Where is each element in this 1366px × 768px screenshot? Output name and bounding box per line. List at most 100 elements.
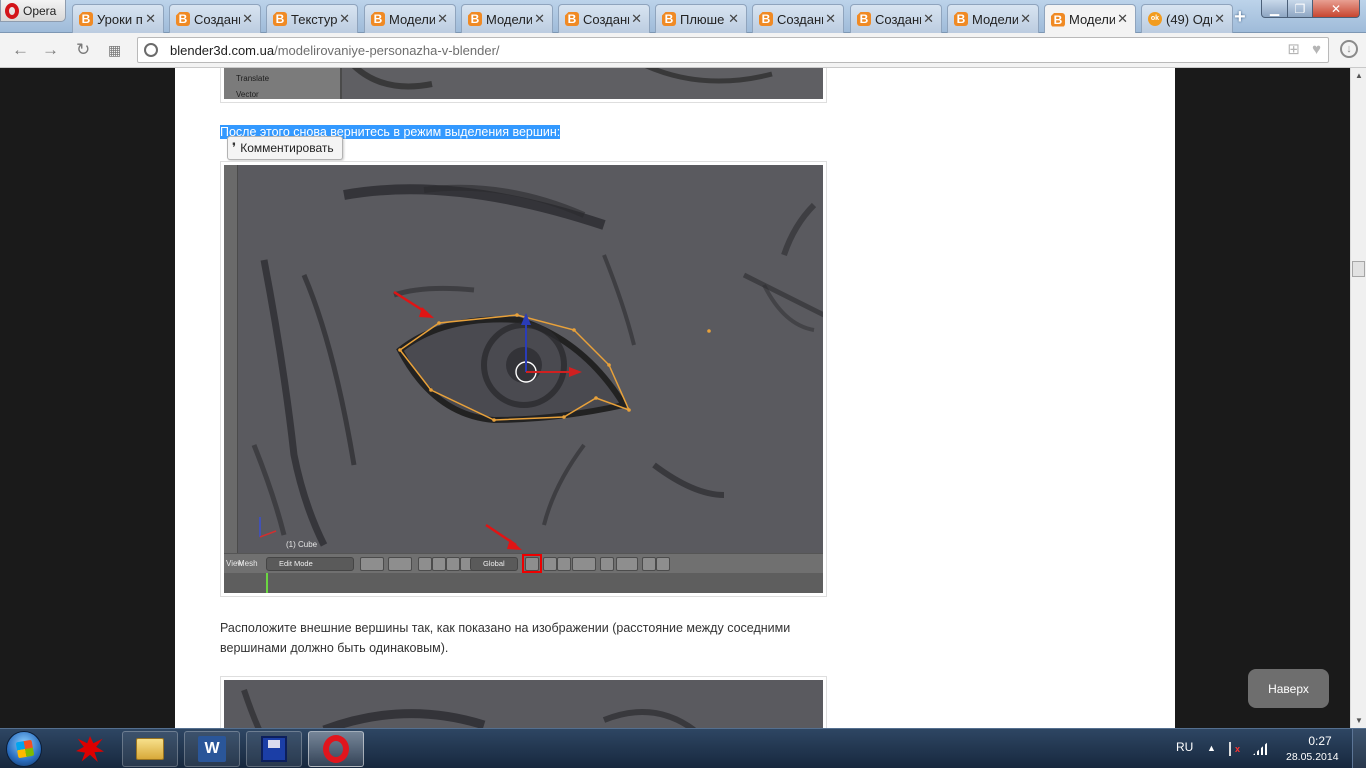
tab-close-icon[interactable]: ✕ (825, 11, 836, 27)
blender-mode-select: Edit Mode (266, 557, 354, 571)
tab-label: Модели (972, 11, 1018, 27)
url-host: blender3d.com.ua (170, 43, 275, 58)
comment-tooltip-button[interactable]: ❜ Комментировать (227, 136, 343, 160)
article-paragraph: Расположите внешние вершины так, как пок… (220, 621, 791, 655)
face-select-icon (557, 557, 571, 571)
floppy-disk-icon (261, 736, 287, 762)
network-signal-icon[interactable] (1253, 741, 1269, 755)
url-path: /modelirovaniye-personazha-v-blender/ (274, 43, 500, 58)
discover-grid-icon[interactable]: ⊞ (1287, 40, 1300, 58)
browser-tab[interactable]: B Модели ✕ (364, 4, 456, 33)
translate-manipulator-icon (432, 557, 446, 571)
taskbar-app-splat[interactable] (62, 731, 118, 767)
article-image-previous: Translate Vector (220, 68, 827, 103)
proportional-edit-icon (572, 557, 596, 571)
blender-object-label: (1) Cube (286, 540, 318, 549)
new-tab-button[interactable]: + (1234, 6, 1246, 29)
tab-label: Модели (486, 11, 532, 27)
browser-tab[interactable]: ok (49) Одн✕ (1141, 4, 1233, 33)
address-field[interactable]: blender3d.com.ua/modelirovaniye-personaz… (137, 37, 1329, 63)
downloads-icon[interactable]: ↓ (1340, 40, 1358, 58)
scroll-to-top-button[interactable]: Наверх (1248, 669, 1329, 708)
comment-tooltip-label: Комментировать (240, 141, 334, 155)
render-icon (642, 557, 656, 571)
blender-icon: B (662, 12, 676, 26)
show-desktop-button[interactable] (1352, 729, 1366, 768)
manipulator-icon (418, 557, 432, 571)
article-image-eye-outline: (1) Cube View Mesh Edit Mode Global (220, 161, 827, 597)
browser-tab[interactable]: B Создани✕ (752, 4, 844, 33)
vertex-select-highlight (522, 554, 542, 573)
blender-menu-mesh: Mesh (238, 559, 258, 568)
tab-close-icon[interactable]: ✕ (534, 11, 545, 27)
browser-tab[interactable]: B Текстур ✕ (266, 4, 358, 33)
render-anim-icon (656, 557, 670, 571)
scroll-down-arrow-icon[interactable]: ▼ (1355, 716, 1363, 725)
windows-logo-icon (15, 739, 35, 759)
action-center-flag-icon[interactable] (1229, 742, 1241, 756)
speed-dial-grid-icon[interactable]: ▦ (108, 42, 121, 59)
scroll-up-arrow-icon[interactable]: ▲ (1355, 71, 1363, 80)
start-button[interactable] (6, 731, 42, 767)
back-arrow-icon[interactable]: ← (12, 40, 29, 60)
tab-close-icon[interactable]: ✕ (339, 11, 350, 27)
forward-arrow-icon[interactable]: → (42, 40, 59, 60)
restore-icon: ❐ (1294, 1, 1306, 16)
taskbar-app-opera[interactable] (308, 731, 364, 767)
browser-tab[interactable]: B Уроки п ✕ (72, 4, 164, 33)
tab-close-icon[interactable]: ✕ (728, 11, 739, 27)
browser-tab[interactable]: B Плюше ✕ (655, 4, 747, 33)
minimize-button[interactable]: ▁ (1261, 0, 1288, 18)
blender-icon: B (565, 12, 579, 26)
tab-close-icon[interactable]: ✕ (923, 11, 934, 27)
blender-viewport-screenshot: (1) Cube View Mesh Edit Mode Global (224, 165, 823, 593)
scrollbar-thumb[interactable] (1352, 261, 1365, 277)
bookmark-heart-icon[interactable]: ♥ (1312, 41, 1321, 58)
url-text: blender3d.com.ua/modelirovaniye-personaz… (170, 43, 500, 58)
language-indicator[interactable]: RU (1176, 740, 1193, 754)
site-info-globe-icon[interactable] (144, 43, 158, 57)
tab-close-icon[interactable]: ✕ (1214, 11, 1225, 27)
opera-menu-button[interactable]: Opera (0, 0, 66, 22)
blender-icon: B (759, 12, 773, 26)
blender-icon: B (857, 12, 871, 26)
navigation-bar: ← → ↻ ▦ blender3d.com.ua/modelirovaniye-… (0, 33, 1366, 68)
article-column: Translate Vector После этого снова верни… (175, 68, 1175, 728)
tab-close-icon[interactable]: ✕ (437, 11, 448, 27)
page-scrollbar[interactable]: ▲ ▼ (1350, 68, 1366, 728)
close-window-button[interactable]: ✕ (1312, 0, 1360, 18)
clock-date[interactable]: 28.05.2014 (1286, 751, 1339, 763)
red-splat-app-icon (76, 736, 104, 762)
tab-close-icon[interactable]: ✕ (242, 11, 253, 27)
blender-icon: B (954, 12, 968, 26)
page-viewport: Translate Vector После этого снова верни… (0, 68, 1350, 728)
tab-label: (49) Одн (1166, 11, 1212, 27)
show-hidden-icons-icon[interactable]: ▲ (1207, 743, 1216, 753)
maximize-button[interactable]: ❐ (1287, 0, 1313, 18)
snap-icon (600, 557, 614, 571)
taskbar-app-explorer[interactable] (122, 731, 178, 767)
blender-tool-panel: Translate Vector (224, 68, 342, 99)
browser-tab[interactable]: B Создани✕ (558, 4, 650, 33)
clock-time[interactable]: 0:27 (1300, 734, 1340, 748)
tab-label: Создани (777, 11, 823, 27)
browser-tab[interactable]: B Модели ✕ (461, 4, 553, 33)
taskbar-app-save[interactable] (246, 731, 302, 767)
reload-icon[interactable]: ↻ (76, 40, 90, 60)
browser-tab[interactable]: B Создани✕ (169, 4, 261, 33)
tab-close-icon[interactable]: ✕ (631, 11, 642, 27)
tab-close-icon[interactable]: ✕ (145, 11, 156, 27)
blender-icon: B (273, 12, 287, 26)
close-icon: ✕ (1330, 1, 1342, 16)
odnoklassniki-icon: ok (1148, 12, 1162, 26)
tab-close-icon[interactable]: ✕ (1117, 11, 1128, 27)
tab-close-icon[interactable]: ✕ (1020, 11, 1031, 27)
tab-label: Плюше (680, 11, 725, 27)
blender-icon: B (176, 12, 190, 26)
browser-tab-active[interactable]: B Модели ✕ (1044, 4, 1136, 34)
browser-tab[interactable]: B Создани✕ (850, 4, 942, 33)
eye-sketch-drawing (251, 184, 823, 550)
taskbar-app-word[interactable]: W (184, 731, 240, 767)
browser-tab[interactable]: B Модели ✕ (947, 4, 1039, 33)
article-image-next (220, 676, 827, 728)
